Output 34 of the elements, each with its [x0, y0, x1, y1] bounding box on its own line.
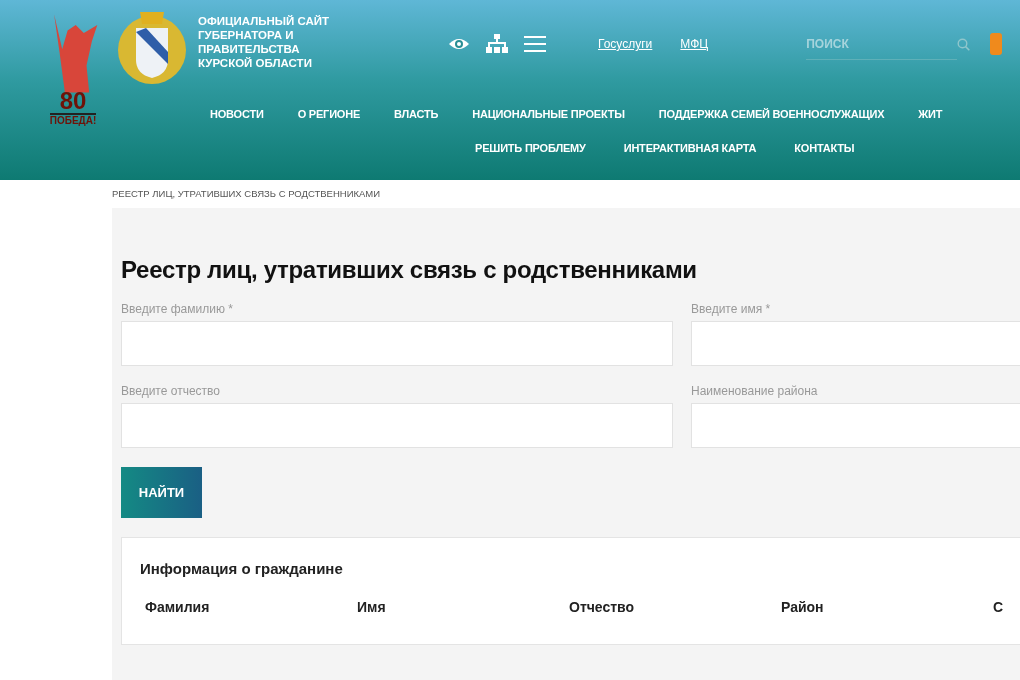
column-header: Отчество: [569, 599, 636, 615]
breadcrumb[interactable]: РЕЕСТР ЛИЦ, УТРАТИВШИХ СВЯЗЬ С РОДСТВЕННИКАМИ: [112, 180, 1020, 208]
header-link[interactable]: Госуслуги: [598, 37, 653, 51]
header-link[interactable]: МФЦ: [680, 37, 709, 51]
nav-link[interactable]: ЖИТ: [918, 108, 943, 120]
nav-link[interactable]: ВЛАСТЬ: [394, 108, 439, 120]
nav-link[interactable]: КОНТАКТЫ: [794, 142, 855, 154]
column-header: Имя: [357, 599, 387, 615]
column-header: С: [993, 599, 1005, 615]
nav-link[interactable]: НАЦИОНАЛЬНЫЕ ПРОЕКТЫ: [472, 108, 625, 120]
column-header: Фамилия: [145, 599, 211, 615]
site-title[interactable]: ОФИЦИАЛЬНЫЙ САЙТ ГУБЕРНАТОРА И ПРАВИТЕЛЬСТВА КУРСКОЙ ОБЛАСТИ: [198, 14, 428, 70]
column-header: Район: [781, 599, 825, 615]
search-button[interactable]: НАЙТИ: [121, 467, 202, 518]
field-label: Введите отчество: [121, 384, 221, 398]
search-field[interactable]: ПОИСК: [806, 28, 958, 60]
nav-link[interactable]: РЕШИТЬ ПРОБЛЕМУ: [475, 142, 586, 154]
input-field[interactable]: [121, 403, 673, 448]
search-icon[interactable]: [957, 37, 971, 51]
field-label: Введите фамилию *: [121, 302, 234, 316]
menu-icon[interactable]: [524, 36, 546, 52]
field-label: Введите имя *: [691, 302, 772, 316]
field-label: Наименование района: [691, 384, 819, 398]
nav-link[interactable]: О РЕГИОНЕ: [297, 108, 361, 120]
input-field[interactable]: [121, 321, 673, 366]
nav-link[interactable]: ПОДДЕРЖКА СЕМЕЙ ВОЕННОСЛУЖАЩИХ: [658, 108, 885, 120]
eye-icon[interactable]: [448, 37, 470, 51]
victory-logo[interactable]: 80 ПОБЕДА!: [42, 2, 104, 126]
section-title: Информация о гражданине: [140, 560, 344, 577]
nav-link[interactable]: НОВОСТИ: [210, 108, 264, 120]
nav-link[interactable]: ИНТЕРАКТИВНАЯ КАРТА: [623, 142, 757, 154]
page-title: Реестр лиц, утративших связь с родственниками: [121, 256, 698, 284]
sitemap-icon[interactable]: [486, 34, 508, 54]
accessibility-button[interactable]: [990, 33, 1003, 55]
